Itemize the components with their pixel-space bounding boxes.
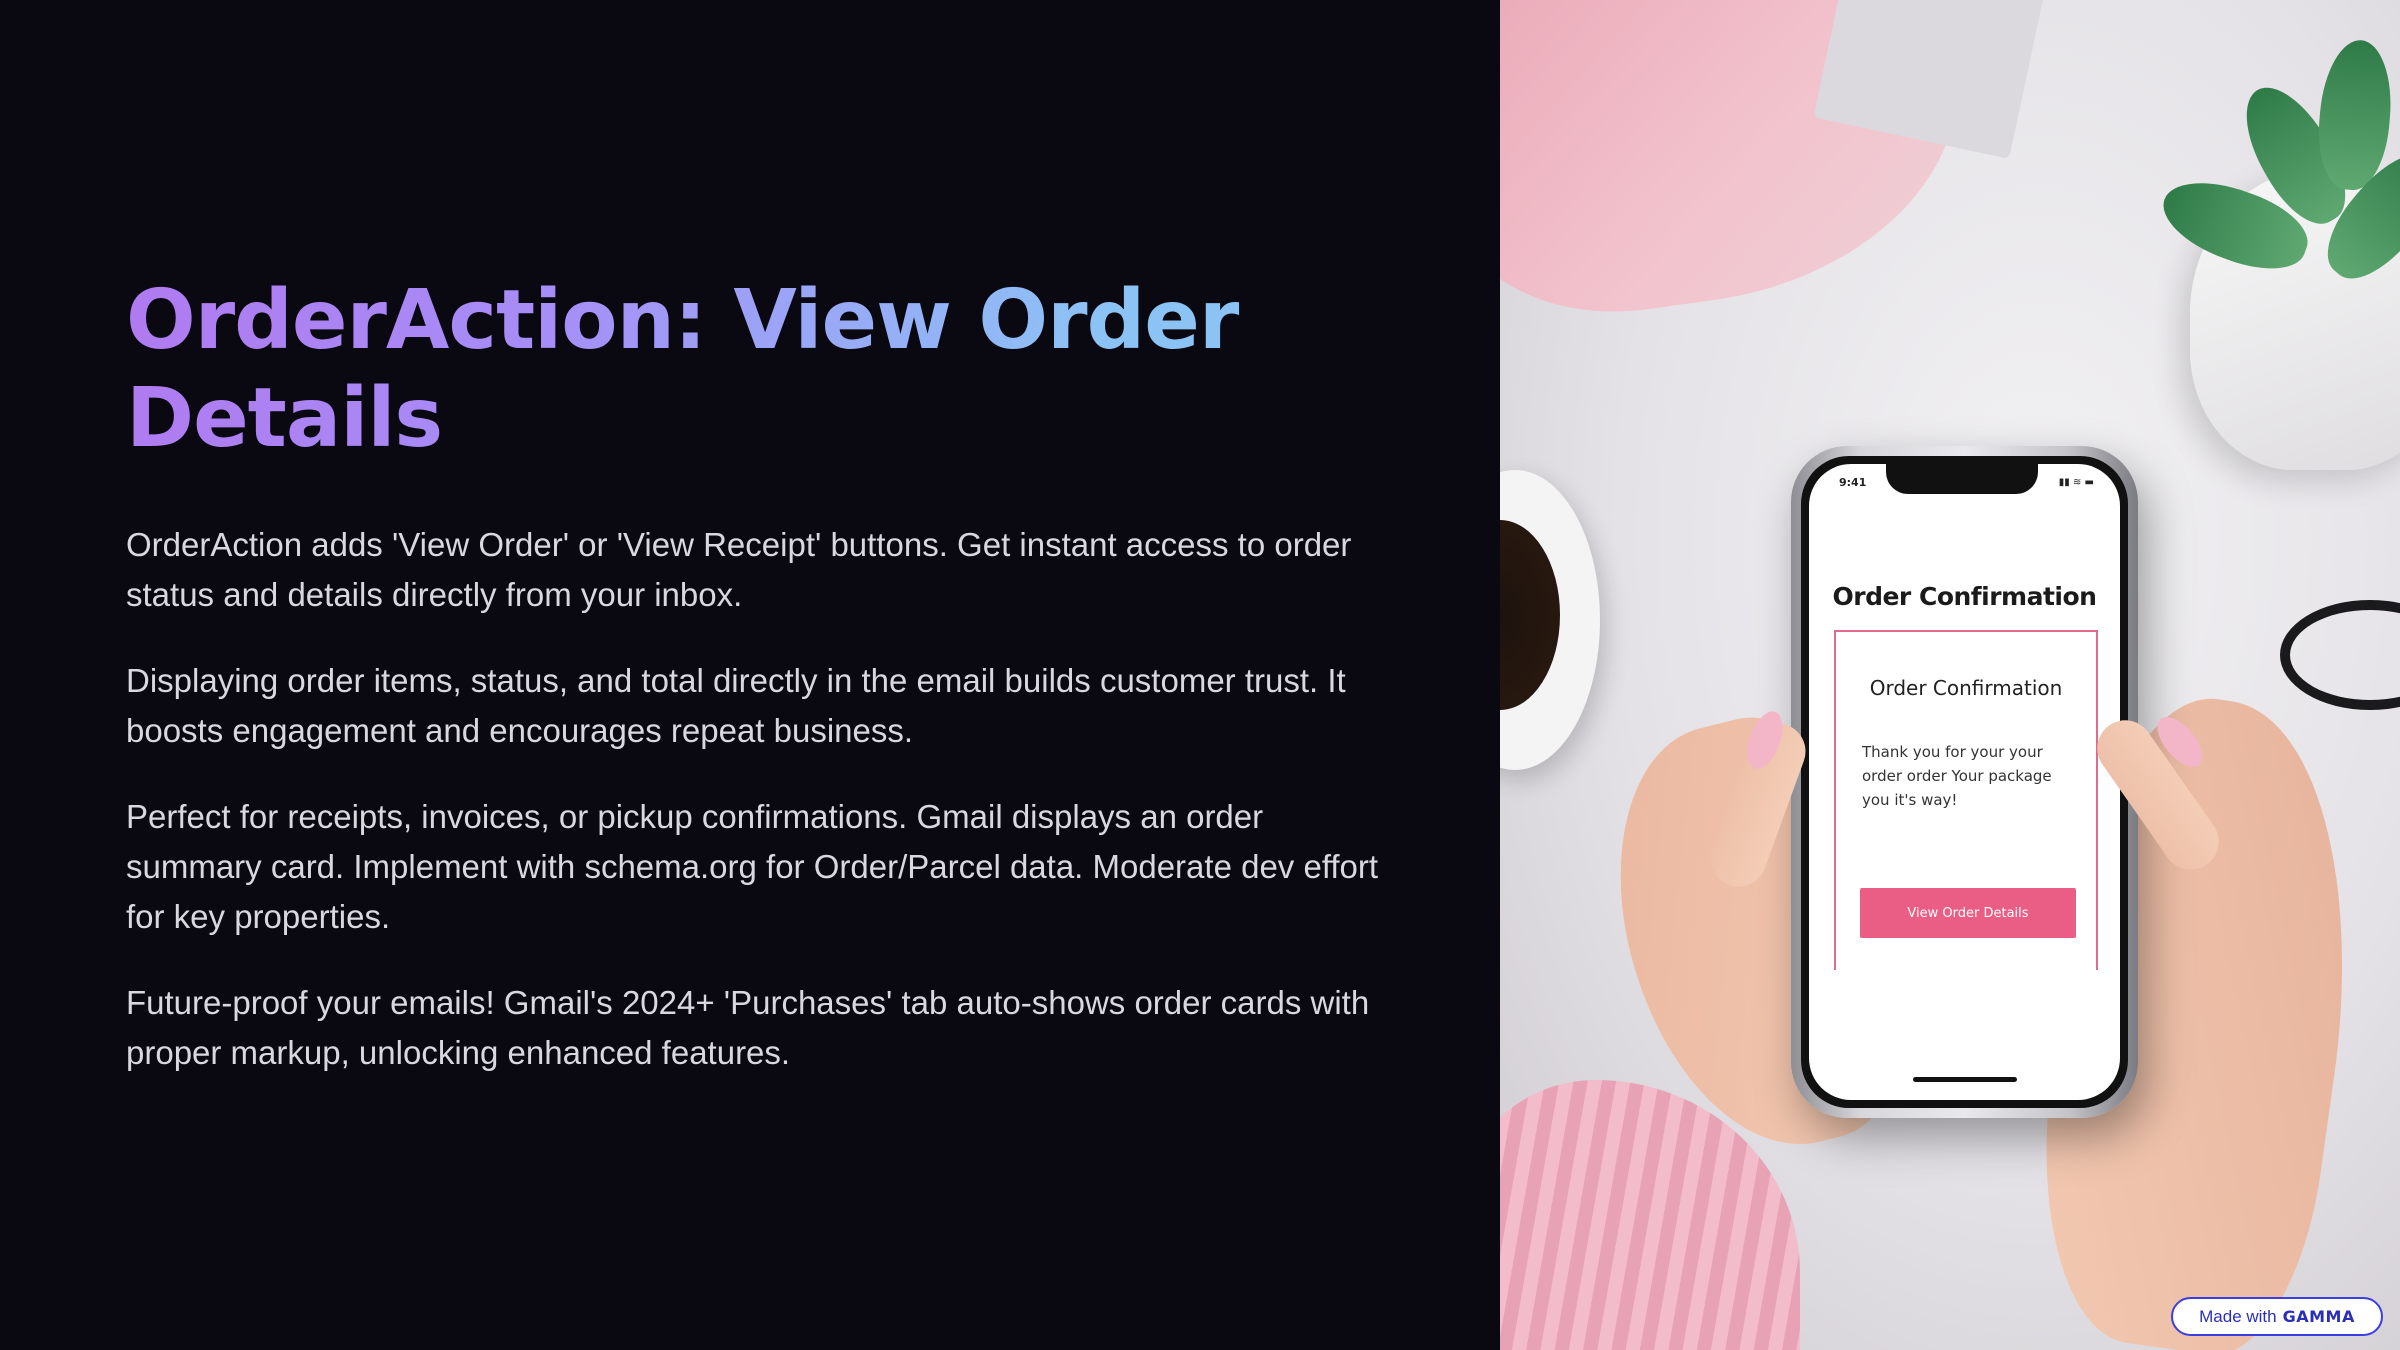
- smartphone: 9:41 ▮▮ ≋ ▬ Order Confirmation Order Con…: [1791, 446, 2138, 1118]
- paragraph-1: OrderAction adds 'View Order' or 'View R…: [126, 526, 1352, 613]
- phone-notch: [1886, 464, 2038, 494]
- photo-phone-in-hands: 9:41 ▮▮ ≋ ▬ Order Confirmation Order Con…: [1500, 0, 2400, 1350]
- card-text: Thank you for your your order order Your…: [1862, 743, 2052, 809]
- gamma-logo: GAMMA: [2282, 1307, 2355, 1326]
- paragraph-4: Future-proof your emails! Gmail's 2024+ …: [126, 984, 1370, 1071]
- view-order-details-button[interactable]: View Order Details: [1860, 888, 2076, 938]
- status-icons: ▮▮ ≋ ▬: [2058, 477, 2094, 488]
- eyeglasses: [2280, 600, 2400, 710]
- slide-title: OrderAction: View Order Details: [126, 272, 1326, 468]
- order-card: Order Confirmation Thank you for your yo…: [1834, 630, 2098, 970]
- paragraph-2: Displaying order items, status, and tota…: [126, 662, 1346, 749]
- phone-screen: 9:41 ▮▮ ≋ ▬ Order Confirmation Order Con…: [1809, 464, 2120, 1100]
- paragraph-3: Perfect for receipts, invoices, or picku…: [126, 798, 1379, 935]
- made-with-gamma-badge[interactable]: Made with GAMMA: [2171, 1297, 2383, 1336]
- status-clock: 9:41: [1839, 476, 1867, 489]
- slide-body: OrderAction adds 'View Order' or 'View R…: [126, 520, 1386, 1114]
- card-title: Order Confirmation: [1869, 676, 2063, 700]
- text-panel: OrderAction: View Order Details OrderAct…: [0, 0, 1500, 1350]
- badge-label: Made with: [2199, 1306, 2277, 1326]
- screen-heading: Order Confirmation: [1832, 582, 2097, 611]
- home-indicator: [1913, 1077, 2017, 1082]
